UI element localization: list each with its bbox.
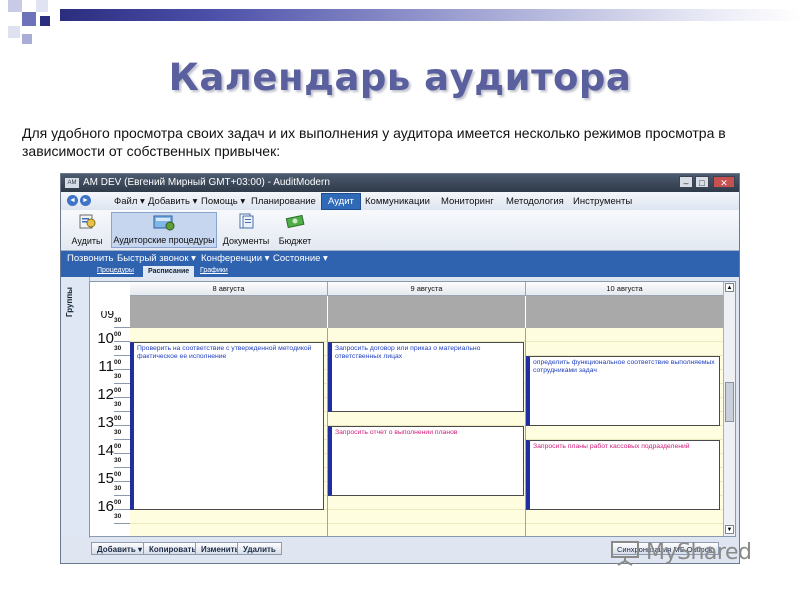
calendar-scrollbar[interactable]: ▲ ▼ [723,282,735,536]
menu-communications[interactable]: Коммуникации [365,196,430,207]
ribbon-budget-label: Бюджет [278,236,312,246]
window-titlebar: AM AM DEV (Евгений Мирный GMT+03:00) - A… [61,174,739,192]
menu-audit[interactable]: Аудит [321,193,361,210]
conferences-button[interactable]: Конференции ▾ [201,253,269,264]
minimize-button[interactable]: – [679,176,693,188]
all-day-area[interactable] [328,296,526,328]
minute-label: 00 [114,387,122,394]
forward-icon[interactable]: ► [80,195,91,206]
scroll-up-icon[interactable]: ▲ [725,283,734,292]
call-button[interactable]: Позвонить [67,253,113,264]
calendar-view: 09 30 10 00 30 11 00 30 12 00 30 13 00 3… [89,281,736,537]
menu-planning[interactable]: Планирование [251,196,316,207]
menu-bar: ◄ ► Файл ▾ Добавить ▾ Помощь ▾ Планирова… [61,192,739,211]
ribbon-documents-button[interactable]: Документы [221,212,271,248]
app-logo-icon: AM [65,178,79,188]
appointment[interactable]: Запросить планы работ кассовых подраздел… [526,440,720,510]
hour-label: 12 [97,386,114,403]
appointment[interactable]: Запросить отчет о выполнении планов [328,426,524,496]
minute-label: 00 [114,415,122,422]
presentation-board-icon [611,541,639,566]
time-column: 09 30 10 00 30 11 00 30 12 00 30 13 00 3… [90,282,130,536]
all-day-area[interactable] [526,296,724,328]
ribbon-budget-button[interactable]: Бюджет [275,212,315,248]
ribbon-audits-label: Аудиты [71,236,103,246]
add-button[interactable]: Добавить ▾ [91,542,148,555]
audits-icon [79,214,96,229]
hour-label: 09 [100,311,114,319]
menu-file[interactable]: Файл ▾ [114,196,145,207]
minute-label: 30 [114,317,122,324]
menu-methodology[interactable]: Методология [506,196,564,207]
hour-label: 15 [97,470,114,487]
hour-label: 10 [97,330,114,347]
minute-label: 30 [114,485,122,492]
hour-label: 13 [97,414,114,431]
hour-label: 14 [97,442,114,459]
minute-label: 00 [114,471,122,478]
appointment[interactable]: Проверить на соответствие с утвержденной… [130,342,324,510]
minute-label: 30 [114,429,122,436]
menu-help[interactable]: Помощь ▾ [201,196,245,207]
day-column[interactable]: Запросить договор или приказ о материаль… [328,328,526,536]
day-header[interactable]: 9 августа [328,282,526,296]
day-header[interactable]: 10 августа [526,282,724,296]
delete-button[interactable]: Удалить [237,542,282,555]
appointment[interactable]: Запросить договор или приказ о материаль… [328,342,524,412]
watermark-text: MyShared [646,540,752,565]
header-gradient-bar [0,0,800,28]
menu-monitoring[interactable]: Мониторинг [441,196,494,207]
close-button[interactable]: ✕ [713,176,735,188]
menu-tools[interactable]: Инструменты [573,196,632,207]
subtab-procedures[interactable]: Процедуры [97,267,134,274]
quick-call-button[interactable]: Быстрый звонок ▾ [117,253,196,264]
appointment[interactable]: определить функциональное соответствие в… [526,356,720,426]
scroll-down-icon[interactable]: ▼ [725,525,734,534]
ribbon-documents-label: Документы [222,236,270,246]
hour-label: 16 [97,498,114,515]
day-column[interactable]: Проверить на соответствие с утвержденной… [130,328,328,536]
communication-toolbar: Позвонить Быстрый звонок ▾ Конференции ▾… [61,251,739,266]
minute-label: 30 [114,513,122,520]
back-icon[interactable]: ◄ [67,195,78,206]
scroll-thumb[interactable] [725,382,734,422]
budget-icon [285,214,305,229]
minute-label: 00 [114,499,122,506]
minute-label: 30 [114,345,122,352]
menu-add[interactable]: Добавить ▾ [148,196,197,207]
view-subtabs: Процедуры Расписание Графики [61,266,739,277]
status-button[interactable]: Состояние ▾ [273,253,328,264]
watermark: MyShared [610,536,770,570]
all-day-area[interactable] [130,296,328,328]
subtab-schedule[interactable]: Расписание [143,266,195,277]
minute-label: 00 [114,331,122,338]
sidebar-groups-label: Группы [65,287,74,317]
slide-title: Календарь аудитора [168,56,632,99]
copy-button[interactable]: Копировать [143,542,203,555]
slide-description: Для удобного просмотра своих задач и их … [22,125,726,159]
ribbon-procedures-label: Аудиторские процедуры [113,235,215,245]
minute-label: 30 [114,373,122,380]
minute-label: 00 [114,359,122,366]
minute-label: 00 [114,443,122,450]
window-title: AM DEV (Евгений Мирный GMT+03:00) - Audi… [83,177,330,188]
hour-label: 11 [98,358,114,375]
ribbon: Аудиты Аудиторские процедуры Документы Б… [61,210,739,251]
ribbon-procedures-button[interactable]: Аудиторские процедуры [111,212,217,248]
day-column[interactable]: определить функциональное соответствие в… [526,328,724,536]
ribbon-audits-button[interactable]: Аудиты [67,212,107,248]
procedures-icon [153,215,175,231]
minute-label: 30 [114,401,122,408]
app-window: AM AM DEV (Евгений Мирный GMT+03:00) - A… [60,173,740,564]
day-header[interactable]: 8 августа [130,282,328,296]
maximize-button[interactable]: □ [695,176,709,188]
subtab-charts[interactable]: Графики [200,267,228,274]
documents-icon [239,213,254,229]
groups-sidebar[interactable]: Группы [61,277,90,561]
minute-label: 30 [114,457,122,464]
